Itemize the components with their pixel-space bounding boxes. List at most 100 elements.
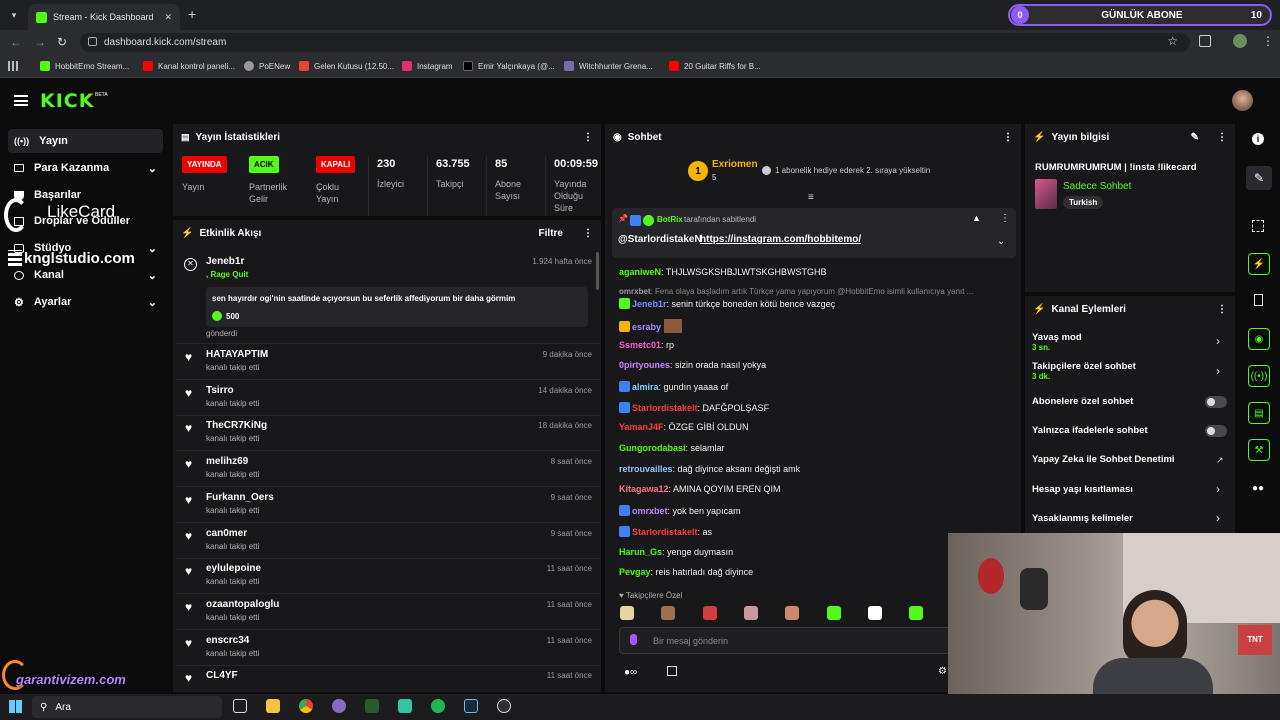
more-options-icon[interactable]: ⋮ xyxy=(1217,304,1227,315)
sidebar-item-para-kazanma[interactable]: Para Kazanma ⌄ xyxy=(8,156,163,180)
followers-only-action[interactable]: Takipçilere özel sohbet 3 dk. xyxy=(1032,361,1136,381)
task-view-icon[interactable] xyxy=(233,699,247,713)
capture-icon[interactable] xyxy=(1252,220,1264,232)
close-tab-icon[interactable]: ✕ xyxy=(164,12,172,23)
browser-menu-icon[interactable]: ⋮ xyxy=(1262,34,1274,48)
more-options-icon[interactable]: ⋮ xyxy=(1003,132,1013,143)
chat-username[interactable]: Starlordistakelt xyxy=(632,403,698,413)
taskbar-search[interactable]: ⚲ Ara xyxy=(32,696,222,718)
chat-username[interactable]: Harun_Gs xyxy=(619,547,662,557)
emote-button[interactable] xyxy=(743,606,758,620)
chevron-right-icon[interactable]: › xyxy=(1216,364,1220,378)
site-info-icon[interactable] xyxy=(88,37,97,46)
chevron-down-icon[interactable]: ⌄ xyxy=(997,236,1005,247)
chrome-profile-icon[interactable] xyxy=(332,699,346,713)
bookmark-item[interactable]: PoENew xyxy=(244,61,290,71)
url-field[interactable]: dashboard.kick.com/stream ☆ xyxy=(80,33,1190,52)
unpin-icon[interactable]: ▲ xyxy=(972,213,981,223)
bookmark-item[interactable]: Emir Yalçınkaya (@... xyxy=(463,61,555,71)
sidebar-item-ayarlar[interactable]: ⚙ Ayarlar ⌄ xyxy=(8,290,163,314)
chat-input[interactable]: Bir mesaj gönderin xyxy=(619,627,951,654)
emote-button[interactable] xyxy=(826,606,841,620)
apps-grid-icon[interactable] xyxy=(8,61,18,71)
chat-username[interactable]: YamanJ4F xyxy=(619,422,664,432)
obs-icon[interactable] xyxy=(497,699,511,713)
chat-username[interactable]: omrxbet xyxy=(632,506,668,516)
chat-username[interactable]: Ssmetc01 xyxy=(619,340,661,350)
chat-username[interactable]: Gungorodabasi xyxy=(619,443,686,453)
store-icon[interactable] xyxy=(667,666,677,676)
rail-lightning-button[interactable]: ⚡ xyxy=(1248,253,1270,275)
kick-logo[interactable]: KICK xyxy=(40,90,94,112)
rail-chat-button[interactable]: ◉ xyxy=(1248,328,1270,350)
chat-settings-icon[interactable]: ⚙ xyxy=(938,666,947,677)
slow-mode-action[interactable]: Yavaş mod 3 sn. xyxy=(1032,332,1082,352)
new-tab-button[interactable]: + xyxy=(188,6,196,22)
hamburger-menu-icon[interactable] xyxy=(14,95,28,106)
file-explorer-icon[interactable] xyxy=(266,699,280,713)
info-icon[interactable]: i xyxy=(1252,133,1264,145)
tab-search-button[interactable]: ▾ xyxy=(6,7,22,23)
sidebar-item-yayin[interactable]: ((•)) Yayın xyxy=(8,129,163,153)
edit-panel-button[interactable]: ✎ xyxy=(1246,166,1272,190)
chevron-right-icon[interactable]: › xyxy=(1216,482,1220,496)
collapse-pin-icon[interactable]: ≡ xyxy=(808,192,814,203)
chat-username[interactable]: Pevgay xyxy=(619,567,651,577)
chrome-icon[interactable] xyxy=(299,699,313,713)
rail-tools-button[interactable]: ⚒ xyxy=(1248,439,1270,461)
user-avatar[interactable] xyxy=(1232,90,1253,111)
rail-share-icon[interactable]: ●● xyxy=(1252,483,1264,494)
rail-layout-button[interactable]: ▤ xyxy=(1248,402,1270,424)
chat-username[interactable]: esraby xyxy=(632,322,661,332)
bookmark-item[interactable]: Instagram xyxy=(402,61,453,71)
ai-moderation-action[interactable]: Yapay Zeka ile Sohbet Denetimi xyxy=(1032,454,1175,465)
bookmark-item[interactable]: 20 Guitar Riffs for B... xyxy=(669,61,761,71)
external-link-icon[interactable]: ↗ xyxy=(1216,455,1224,466)
browser-tab-active[interactable]: Stream - Kick Dashboard ✕ xyxy=(28,4,180,30)
chat-username[interactable]: Jeneb1r xyxy=(632,299,667,309)
more-options-icon[interactable]: ⋮ xyxy=(583,132,593,143)
back-icon[interactable]: ← xyxy=(10,35,22,49)
steam-icon[interactable] xyxy=(464,699,478,713)
chat-username[interactable]: aganiweN xyxy=(619,267,661,277)
chat-username[interactable]: retrouvailles xyxy=(619,464,673,474)
streamlabs-icon[interactable] xyxy=(398,699,412,713)
rail-broadcast-button[interactable]: ((•)) xyxy=(1248,365,1270,387)
more-options-icon[interactable]: ⋮ xyxy=(1217,132,1227,143)
xbox-icon[interactable] xyxy=(365,699,379,713)
extensions-icon[interactable] xyxy=(1199,35,1211,47)
emote-button[interactable] xyxy=(785,606,800,620)
chat-username[interactable]: omrxbet xyxy=(619,287,651,296)
kick-points-icon[interactable]: ●∞ xyxy=(624,667,637,678)
emote-button[interactable] xyxy=(702,606,717,620)
chat-username[interactable]: almira xyxy=(632,382,659,392)
bookmark-star-icon[interactable]: ☆ xyxy=(1167,34,1178,48)
rail-document-icon[interactable] xyxy=(1254,294,1263,306)
emote-button[interactable] xyxy=(620,606,634,620)
subscribers-only-toggle[interactable] xyxy=(1205,396,1227,408)
reload-icon[interactable]: ↻ xyxy=(57,35,67,49)
spotify-icon[interactable] xyxy=(431,699,445,713)
chevron-right-icon[interactable]: › xyxy=(1216,511,1220,525)
bookmark-item[interactable]: Witchhunter Grena... xyxy=(564,61,653,71)
filter-button[interactable]: Filtre xyxy=(539,228,563,239)
emote-button[interactable] xyxy=(867,606,882,620)
bookmark-item[interactable]: Gelen Kutusu (12.50... xyxy=(299,61,394,71)
pinned-link[interactable]: https://instagram.com/hobbitemo/ xyxy=(700,234,861,245)
profile-icon[interactable] xyxy=(1233,34,1247,48)
more-options-icon[interactable]: ⋮ xyxy=(1000,213,1010,224)
chevron-right-icon[interactable]: › xyxy=(1216,334,1220,348)
forward-icon[interactable]: → xyxy=(34,35,46,49)
emote-button[interactable] xyxy=(909,606,924,620)
edit-icon[interactable]: ✎ xyxy=(1191,132,1199,143)
emotes-only-toggle[interactable] xyxy=(1205,425,1227,437)
chat-username[interactable]: 0pirtyounes xyxy=(619,360,670,370)
account-age-action[interactable]: Hesap yaşı kısıtlaması xyxy=(1032,484,1133,495)
emote-button[interactable] xyxy=(661,606,676,620)
banned-words-action[interactable]: Yasaklanmış kelimeler xyxy=(1032,513,1133,524)
bookmark-item[interactable]: HobbitEmo Stream... xyxy=(40,61,129,71)
chat-username[interactable]: Kitagawa12 xyxy=(619,484,669,494)
windows-start-icon[interactable] xyxy=(9,700,22,713)
chat-username[interactable]: Starlordistakelt xyxy=(632,527,698,537)
bookmark-item[interactable]: Kanal kontrol paneli... xyxy=(143,61,235,71)
